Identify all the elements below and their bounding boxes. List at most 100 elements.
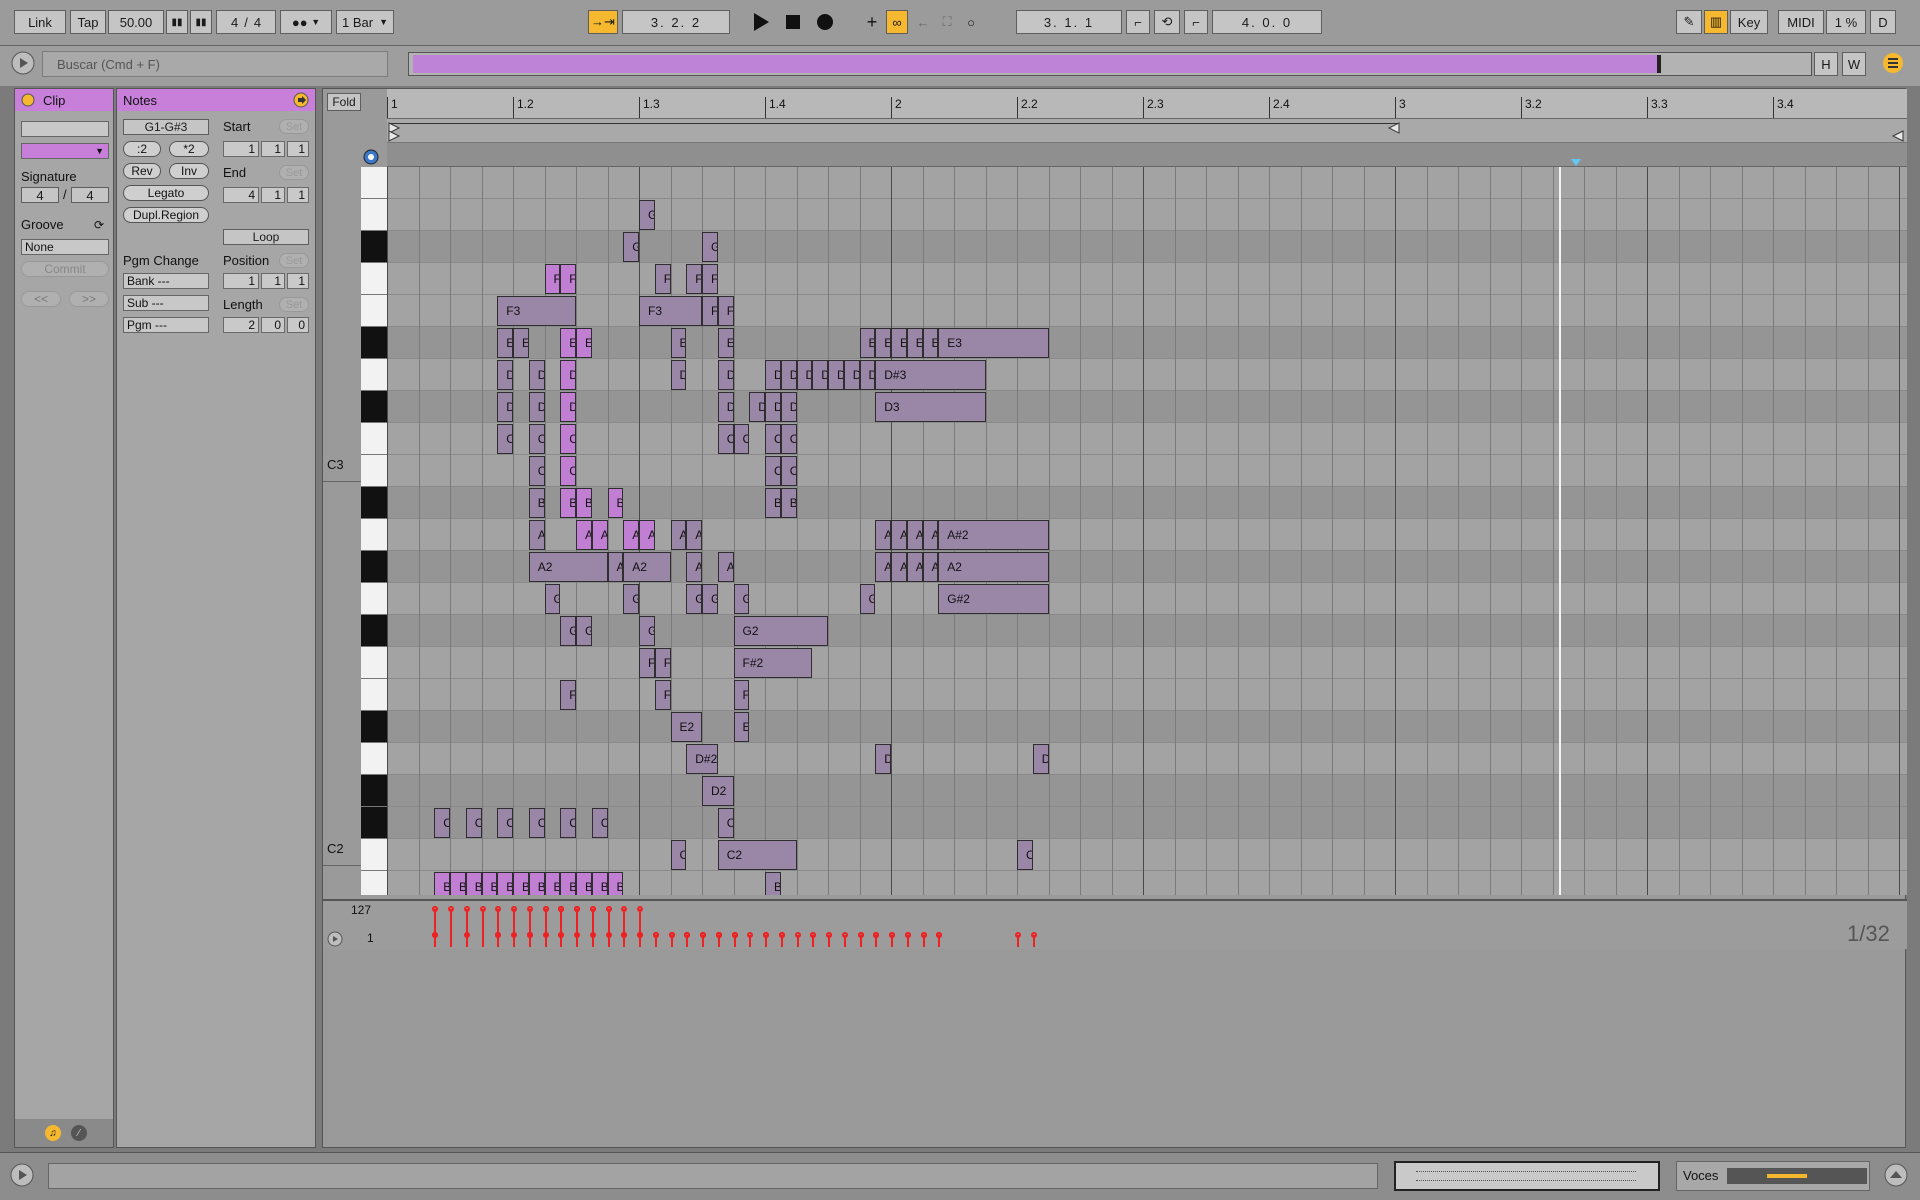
piano-key[interactable]	[361, 263, 387, 295]
position-sixteenth-field[interactable]: 1	[287, 273, 309, 289]
midi-note[interactable]: G	[560, 616, 576, 646]
midi-note[interactable]: D	[497, 360, 513, 390]
velocity-toggle-icon[interactable]	[327, 931, 343, 947]
midi-note[interactable]: A#2	[938, 520, 1049, 550]
length-beat-field[interactable]: 0	[261, 317, 285, 333]
length-sixteenth-field[interactable]: 0	[287, 317, 309, 333]
key-map-button[interactable]: Key	[1730, 10, 1768, 34]
loop-start-field[interactable]: 3. 1. 1	[1016, 10, 1122, 34]
midi-note[interactable]: B	[607, 872, 624, 895]
velocity-handle[interactable]	[432, 932, 439, 938]
midi-note[interactable]: E	[670, 328, 687, 358]
midi-note[interactable]: G	[639, 616, 655, 646]
midi-note[interactable]: C	[528, 424, 545, 454]
midi-note[interactable]: A	[607, 552, 624, 582]
midi-note[interactable]: A	[528, 520, 545, 550]
piano-key[interactable]	[361, 583, 387, 615]
velocity-stem[interactable]	[544, 909, 547, 947]
start-beat-field[interactable]: 1	[261, 141, 285, 157]
piano-key[interactable]	[361, 423, 387, 455]
velocity-handle[interactable]	[1015, 932, 1021, 938]
velocity-handle[interactable]	[936, 932, 943, 938]
midi-note[interactable]: A	[891, 552, 907, 582]
scroll-to-note-icon[interactable]	[363, 149, 379, 165]
velocity-handle[interactable]	[526, 906, 533, 912]
midi-note[interactable]: A	[576, 520, 592, 550]
midi-note[interactable]: B	[576, 872, 592, 895]
midi-note[interactable]: F#2	[733, 648, 813, 678]
midi-note[interactable]: A	[717, 552, 734, 582]
midi-note[interactable]: E	[891, 328, 907, 358]
time-signature[interactable]: 4 / 4	[216, 10, 276, 34]
reenable-automation-button[interactable]: ←	[912, 10, 934, 34]
reverse-button[interactable]: Rev	[123, 163, 161, 179]
clip-name-field[interactable]	[21, 121, 109, 137]
velocity-handle[interactable]	[684, 932, 691, 938]
midi-note[interactable]: B	[481, 872, 498, 895]
midi-note[interactable]: C	[528, 808, 545, 838]
velocity-stem[interactable]	[576, 909, 578, 947]
midi-note[interactable]: C	[765, 424, 781, 454]
midi-note[interactable]: G	[623, 232, 639, 262]
midi-note[interactable]: D	[859, 360, 876, 390]
midi-note[interactable]: F	[654, 680, 671, 710]
midi-note[interactable]: A	[639, 520, 655, 550]
midi-note[interactable]: B	[607, 488, 624, 518]
midi-note[interactable]: A	[875, 520, 891, 550]
midi-note[interactable]: F	[560, 680, 576, 710]
session-record-button[interactable]: ○	[960, 10, 982, 34]
midi-note[interactable]: D	[780, 360, 797, 390]
beat-time-ruler[interactable]: 1 1.2 1.3 1.4 2 2.2 2.3 2.4 3 3.2 3.3 3.4	[387, 89, 1907, 119]
midi-note[interactable]: B	[560, 488, 576, 518]
midi-note[interactable]: D	[1032, 744, 1049, 774]
overview-scrubber[interactable]	[408, 52, 1812, 76]
midi-note[interactable]: D	[780, 392, 797, 422]
midi-note[interactable]: D	[717, 360, 734, 390]
midi-note[interactable]: G	[859, 584, 876, 614]
velocity-handle[interactable]	[826, 932, 832, 938]
h-button[interactable]: H	[1814, 52, 1838, 76]
midi-note[interactable]: B	[434, 872, 450, 895]
end-sixteenth-field[interactable]: 1	[287, 187, 309, 203]
midi-note[interactable]: C	[560, 424, 576, 454]
midi-note[interactable]: D	[796, 360, 813, 390]
midi-note[interactable]: D	[765, 392, 781, 422]
midi-note[interactable]: A	[591, 520, 608, 550]
midi-note[interactable]: E	[922, 328, 939, 358]
nudge-up-icon[interactable]: ▮▮	[190, 10, 212, 34]
position-set-button[interactable]: Set	[279, 253, 309, 268]
midi-note[interactable]: B	[765, 872, 781, 895]
midi-note[interactable]: F3	[639, 296, 702, 326]
velocity-stem[interactable]	[607, 909, 610, 947]
loop-end-icon[interactable]	[1387, 119, 1401, 143]
velocity-handle[interactable]	[574, 906, 580, 912]
midi-note[interactable]: F3	[497, 296, 576, 326]
sub-bank-field[interactable]: Sub ---	[123, 295, 209, 311]
midi-note[interactable]: B	[497, 872, 513, 895]
midi-note[interactable]: E	[560, 328, 576, 358]
envelope-icon[interactable]: ⁄	[71, 1125, 87, 1141]
midi-note[interactable]: C	[560, 808, 576, 838]
velocity-handle[interactable]	[873, 932, 880, 938]
midi-note[interactable]: A	[906, 552, 923, 582]
midi-note[interactable]: C	[780, 456, 797, 486]
velocity-stem[interactable]	[481, 909, 484, 947]
midi-note[interactable]: C	[528, 456, 545, 486]
midi-note[interactable]: C	[1017, 840, 1033, 870]
menu-button[interactable]	[1880, 50, 1906, 76]
midi-note[interactable]: G	[576, 616, 592, 646]
midi-note[interactable]: D	[843, 360, 860, 390]
legato-button[interactable]: Legato	[123, 185, 209, 201]
velocity-stems[interactable]	[387, 901, 1907, 949]
velocity-handle[interactable]	[432, 906, 439, 912]
midi-note[interactable]: C	[733, 424, 750, 454]
midi-note[interactable]: G	[544, 584, 561, 614]
velocity-handle[interactable]	[763, 932, 769, 938]
midi-note[interactable]: B	[560, 872, 576, 895]
track-selector[interactable]: Voces	[1676, 1161, 1870, 1191]
piano-key[interactable]	[361, 711, 387, 743]
metronome-toggle[interactable]: ●● ▼	[280, 10, 332, 34]
midi-note[interactable]: F	[560, 264, 576, 294]
overdub-button[interactable]: +	[860, 10, 884, 34]
midi-note[interactable]: B	[591, 872, 608, 895]
